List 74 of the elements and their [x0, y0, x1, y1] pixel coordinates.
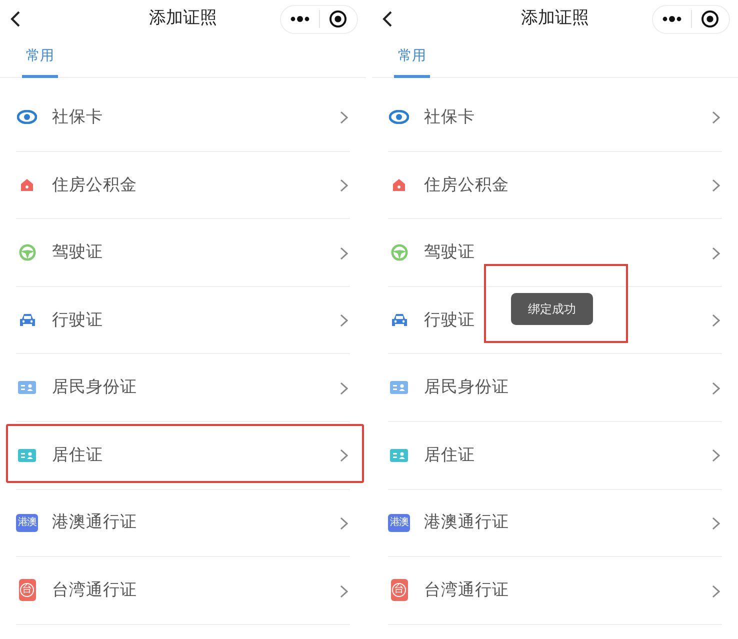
- item-label: 社保卡: [52, 106, 103, 128]
- list-item[interactable]: 台 台湾通行证: [16, 557, 350, 625]
- chevron-icon: [340, 246, 348, 260]
- item-label: 驾驶证: [424, 241, 475, 264]
- item-label: 行驶证: [52, 308, 103, 331]
- item-label: 行驶证: [424, 308, 475, 331]
- chevron-icon: [340, 179, 348, 192]
- list-item[interactable]: 居民身份证: [16, 354, 350, 422]
- passport-icon: 台: [390, 579, 408, 602]
- close-icon: [329, 10, 348, 28]
- id-card-icon: [390, 448, 408, 462]
- item-label: 社保卡: [424, 106, 475, 128]
- item-label: 台湾通行证: [424, 579, 509, 602]
- chevron-icon: [340, 516, 348, 530]
- chevron-icon: [340, 314, 348, 328]
- eye-icon: [17, 110, 37, 124]
- chevron-icon: [712, 314, 720, 328]
- list-item[interactable]: 港澳 港澳通行证: [16, 490, 350, 558]
- chevron-icon: [340, 584, 348, 598]
- chevron-icon: [712, 246, 720, 260]
- chevron-icon: [712, 584, 720, 598]
- steering-wheel-icon: [18, 244, 36, 261]
- chevron-icon: [712, 516, 720, 530]
- list-item[interactable]: 居民身份证: [388, 354, 722, 422]
- list-item[interactable]: 港澳 港澳通行证: [388, 490, 722, 558]
- chevron-icon: [712, 449, 720, 462]
- chevron-icon: [712, 111, 720, 124]
- list-item[interactable]: 台 台湾通行证: [388, 557, 722, 625]
- close-icon: [701, 10, 720, 28]
- chevron-icon: [340, 111, 348, 124]
- tab[interactable]: 常用: [22, 38, 58, 78]
- chevron-icon: [712, 382, 720, 395]
- item-label: 台湾通行证: [52, 579, 137, 602]
- item-label: 港澳通行证: [52, 511, 137, 534]
- page-title: 添加证照: [521, 8, 589, 28]
- back-icon: [382, 10, 393, 28]
- passport-icon: 台: [18, 579, 36, 602]
- id-card-icon: [18, 448, 36, 462]
- list-item[interactable]: 驾驶证: [16, 219, 350, 287]
- item-label: 居住证: [424, 444, 475, 466]
- more-icon: [662, 16, 682, 22]
- passport-icon: 港澳: [16, 514, 38, 532]
- page-title: 添加证照: [149, 8, 217, 28]
- list-item[interactable]: 住房公积金: [16, 152, 350, 220]
- car-icon: [18, 312, 36, 328]
- chevron-icon: [340, 382, 348, 395]
- item-label: 港澳通行证: [424, 511, 509, 534]
- house-icon: [20, 178, 34, 192]
- list-item[interactable]: 居住证: [16, 422, 350, 490]
- item-label: 居住证: [52, 444, 103, 466]
- item-label: 住房公积金: [424, 174, 509, 196]
- item-label: 驾驶证: [52, 241, 103, 264]
- list-item[interactable]: 社保卡: [16, 84, 350, 152]
- steering-wheel-icon: [390, 244, 408, 261]
- tab[interactable]: 常用: [394, 38, 430, 78]
- passport-icon: 港澳: [388, 514, 410, 532]
- toast-message: 绑定成功: [511, 293, 593, 325]
- item-label: 住房公积金: [52, 174, 137, 196]
- item-label: 居民身份证: [424, 376, 509, 398]
- id-card-icon: [390, 381, 408, 394]
- list-item[interactable]: 住房公积金: [388, 152, 722, 220]
- list-item[interactable]: 居住证: [388, 422, 722, 490]
- car-icon: [390, 312, 408, 328]
- more-icon: [290, 16, 310, 22]
- chevron-icon: [712, 179, 720, 192]
- chevron-icon: [340, 449, 348, 462]
- eye-icon: [389, 110, 409, 124]
- list-item[interactable]: 驾驶证: [388, 219, 722, 287]
- id-card-icon: [18, 381, 36, 394]
- list-item[interactable]: 社保卡: [388, 84, 722, 152]
- back-icon: [10, 10, 21, 28]
- list-item[interactable]: 行驶证: [16, 286, 350, 354]
- item-label: 居民身份证: [52, 376, 137, 398]
- house-icon: [392, 178, 406, 192]
